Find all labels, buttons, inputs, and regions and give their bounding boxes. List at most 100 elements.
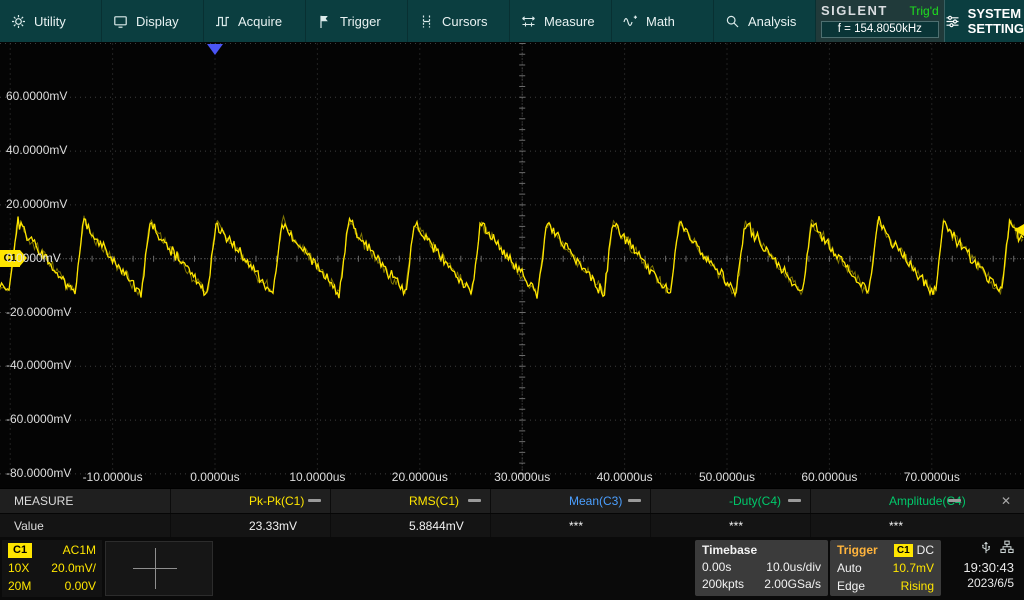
menu-item-display[interactable]: Display — [102, 0, 204, 42]
gear-icon — [11, 14, 26, 29]
measure-column-header[interactable]: Pk-Pk(C1) — [170, 489, 330, 513]
measure-column-value: *** — [490, 514, 650, 538]
channel1-descriptor[interactable]: C1 AC1M 10X 20.0mV/ 20M 0.00V — [2, 540, 102, 597]
channel1-badge: C1 — [8, 543, 32, 558]
menu-item-label: Trigger — [340, 14, 381, 29]
menu-item-label: Acquire — [238, 14, 282, 29]
brand-logo: SIGLENT — [821, 3, 888, 18]
cursors-icon — [419, 14, 434, 29]
measure-icon — [521, 14, 536, 29]
timebase-points: 200kpts — [702, 577, 764, 591]
measure-column-label: -Duty(C4) — [729, 494, 781, 508]
analysis-icon — [725, 14, 740, 29]
timebase-panel[interactable]: Timebase 0.00s 10.0us/div 200kpts 2.00GS… — [695, 540, 828, 596]
channel1-offset: 0.00V — [65, 579, 96, 594]
trigger-mode: Auto — [837, 561, 862, 575]
channel1-offset-marker[interactable]: C1 — [0, 250, 20, 267]
measure-column-label: Mean(C3) — [569, 494, 622, 508]
graticule-and-waveform — [0, 42, 1024, 488]
clock-date: 2023/6/5 — [967, 576, 1014, 590]
channel1-offset-marker-label: C1 — [4, 253, 17, 264]
measure-column-value: *** — [650, 514, 810, 538]
menu-bar: Utility Display Acquire Trigger Cursors Measu… — [0, 0, 816, 42]
trigger-type-row: Edge Rising — [837, 579, 934, 593]
trigger-flag-icon — [317, 14, 332, 29]
measure-column-label: RMS(C1) — [409, 494, 459, 508]
frequency-counter: f = 154.8050kHz — [821, 21, 939, 38]
measure-header-columns: Pk-Pk(C1) RMS(C1) Mean(C3) -Duty(C4) Amplitu… — [170, 489, 970, 513]
channel1-coupling: AC1M — [63, 543, 96, 558]
timebase-values: 0.00s 10.0us/div 200kpts 2.00GSa/s — [702, 560, 821, 591]
menu-item-trigger[interactable]: Trigger — [306, 0, 408, 42]
acquire-icon — [215, 14, 230, 29]
measure-column-header[interactable]: -Duty(C4) — [650, 489, 810, 513]
channel1-probe: 10X — [8, 561, 29, 576]
minimize-icon[interactable] — [468, 499, 481, 502]
trigger-title-row: Trigger C1 DC — [837, 543, 934, 557]
menu-item-label: Analysis — [748, 14, 796, 29]
usb-icon — [979, 540, 993, 559]
timebase-title: Timebase — [702, 543, 821, 557]
measure-title: MEASURE — [0, 494, 170, 508]
close-icon[interactable] — [1001, 494, 1011, 508]
system-setting-button[interactable]: SYSTEM SETTING — [944, 0, 1024, 42]
trigger-level: 10.7mV — [893, 561, 934, 575]
menu-item-label: Cursors — [442, 14, 488, 29]
measure-column-header[interactable]: Mean(C3) — [490, 489, 650, 513]
measure-column-value: *** — [810, 514, 970, 538]
menu-item-analysis[interactable]: Analysis — [714, 0, 816, 42]
crosshair-icon — [155, 548, 156, 589]
trigger-mode-row: Auto 10.7mV — [837, 561, 934, 575]
menu-item-label: Measure — [544, 14, 595, 29]
measure-panel: MEASURE Pk-Pk(C1) RMS(C1) Mean(C3) -Duty(C4… — [0, 488, 1024, 537]
channel1-scale: 20.0mV/ — [51, 561, 96, 576]
timebase-scale: 10.0us/div — [764, 560, 821, 574]
menu-item-cursors[interactable]: Cursors — [408, 0, 510, 42]
measure-column-value: 5.8844mV — [330, 514, 490, 538]
system-setting-label: SYSTEM SETTING — [968, 6, 1024, 36]
minimize-icon[interactable] — [308, 499, 321, 502]
menu-item-math[interactable]: Math — [612, 0, 714, 42]
status-bar: C1 AC1M 10X 20.0mV/ 20M 0.00V Timebase 0… — [0, 537, 1024, 600]
minimize-icon[interactable] — [948, 499, 961, 502]
display-icon — [113, 14, 128, 29]
menu-item-acquire[interactable]: Acquire — [204, 0, 306, 42]
trigger-slope: Rising — [901, 579, 934, 593]
io-status-icons — [979, 540, 1014, 559]
system-setting-icon — [945, 14, 960, 29]
network-icon — [1000, 540, 1014, 559]
brand-status-block: SIGLENT Trig'd f = 154.8050kHz — [816, 0, 944, 42]
menu-item-measure[interactable]: Measure — [510, 0, 612, 42]
clock-panel: 19:30:43 2023/6/5 — [941, 537, 1024, 590]
top-menu-bar: Utility Display Acquire Trigger Cursors Measu… — [0, 0, 1024, 42]
channel1-row2: 10X 20.0mV/ — [8, 561, 96, 576]
measure-column-label: Pk-Pk(C1) — [249, 494, 304, 508]
clock-time: 19:30:43 — [963, 560, 1014, 575]
channel1-row1: C1 AC1M — [8, 543, 96, 558]
position-widget[interactable] — [105, 541, 213, 596]
channel1-row3: 20M 0.00V — [8, 579, 96, 594]
timebase-delay: 0.00s — [702, 560, 764, 574]
trigger-title: Trigger — [837, 543, 878, 557]
menu-item-utility[interactable]: Utility — [0, 0, 102, 42]
measure-column-value: 23.33mV — [170, 514, 330, 538]
math-icon — [623, 14, 638, 29]
minimize-icon[interactable] — [788, 499, 801, 502]
brand-row: SIGLENT Trig'd — [821, 3, 939, 18]
waveform-display-area: C1 60.0000mV40.0000mV20.0000mV0.0000mV-2… — [0, 42, 1024, 488]
trigger-type: Edge — [837, 579, 865, 593]
trigger-level-marker[interactable] — [1014, 224, 1024, 236]
trigger-source-badge: C1 — [894, 544, 913, 557]
menu-item-label: Utility — [34, 14, 66, 29]
trigger-source: C1 DC — [894, 543, 934, 557]
measure-value-columns: 23.33mV5.8844mV********* — [170, 514, 970, 538]
trigger-position-marker[interactable] — [207, 44, 223, 55]
minimize-icon[interactable] — [628, 499, 641, 502]
measure-value-label: Value — [0, 519, 170, 533]
measure-value-row: Value 23.33mV5.8844mV********* — [0, 514, 1024, 538]
measure-column-header[interactable]: RMS(C1) — [330, 489, 490, 513]
oscilloscope-screen: Utility Display Acquire Trigger Cursors Measu… — [0, 0, 1024, 600]
measure-column-header[interactable]: Amplitude(C4) — [810, 489, 970, 513]
trigger-panel[interactable]: Trigger C1 DC Auto 10.7mV Edge Rising — [830, 540, 941, 596]
menu-item-label: Display — [136, 14, 179, 29]
